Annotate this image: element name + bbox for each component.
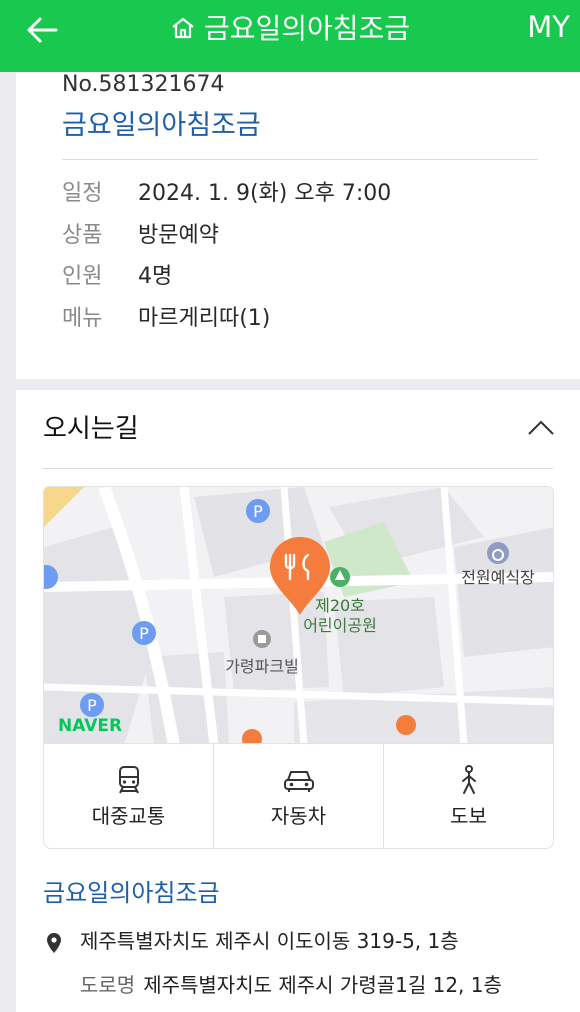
building-icon	[253, 630, 271, 648]
walk-button[interactable]: 도보	[384, 744, 553, 848]
schedule-row: 일정 2024. 1. 9(화) 오후 7:00	[62, 179, 391, 209]
parking-icon: P	[80, 693, 104, 717]
naver-logo: NAVER	[58, 716, 122, 736]
svg-text:P: P	[139, 624, 149, 643]
road-address: 제주특별자치도 제주시 가령골1길 12, 1층	[143, 973, 502, 997]
divider	[43, 468, 553, 469]
party-size-label: 인원	[62, 264, 103, 289]
location-map[interactable]: P P P 제20호 어린이공원 가령파크빌 전원예식장 NAVER	[43, 486, 554, 744]
product-row: 상품 방문예약	[62, 221, 219, 251]
road-address-row: 도로명 제주특별자치도 제주시 가령골1길 12, 1층	[80, 970, 502, 1000]
map-pin-icon	[46, 932, 62, 954]
car-label: 자동차	[270, 804, 327, 828]
public-transit-button[interactable]: 대중교통	[44, 744, 214, 848]
my-page-button[interactable]: MY	[527, 8, 570, 46]
home-icon	[170, 12, 196, 50]
schedule-label: 일정	[62, 181, 103, 206]
party-size-row: 인원 4명	[62, 262, 172, 292]
reservation-card: No.581321674 금요일의아침조금 일정 2024. 1. 9(화) 오후…	[16, 72, 580, 379]
menu-value: 마르게리따(1)	[138, 306, 271, 331]
address-shop-name: 금요일의아침조금	[43, 879, 220, 907]
product-value: 방문예약	[138, 223, 219, 248]
svg-text:P: P	[253, 502, 263, 521]
top-bar: 금요일의아침조금 MY	[0, 0, 580, 72]
directions-title: 오시는길	[43, 414, 139, 444]
walk-icon	[452, 764, 486, 796]
svg-text:P: P	[87, 696, 97, 715]
schedule-value: 2024. 1. 9(화) 오후 7:00	[138, 181, 392, 206]
collapse-button[interactable]	[526, 418, 556, 442]
park-icon	[330, 567, 350, 587]
chevron-up-icon	[528, 420, 554, 435]
bus-icon	[112, 764, 146, 796]
walk-label: 도보	[450, 804, 487, 828]
menu-label: 메뉴	[62, 306, 103, 331]
road-address-label: 도로명	[80, 973, 136, 997]
building-label: 가령파크빌	[225, 657, 299, 676]
divider	[62, 159, 538, 160]
public-transit-label: 대중교통	[91, 804, 166, 828]
transport-options: 대중교통 자동차 도보	[43, 744, 554, 849]
park-label-1: 제20호	[315, 596, 365, 615]
wedding-hall-label: 전원예식장	[461, 568, 535, 587]
park-label-2: 어린이공원	[303, 616, 377, 635]
menu-row: 메뉴 마르게리따(1)	[62, 304, 270, 334]
reservation-number: No.581321674	[62, 72, 225, 97]
shop-name-link[interactable]: 금요일의아침조금	[62, 108, 261, 144]
restaurant-icon	[396, 715, 416, 735]
parking-icon: P	[132, 621, 156, 645]
directions-card: 오시는길 P P P 제20호 어린이공원 가령파크빌 전원예식장 NAVER …	[16, 390, 580, 1012]
page-title: 금요일의아침조금	[0, 10, 580, 50]
wedding-hall-icon	[487, 542, 509, 564]
lot-address: 제주특별자치도 제주시 이도이동 319-5, 1층	[80, 929, 459, 953]
parking-icon: P	[246, 499, 270, 523]
car-button[interactable]: 자동차	[214, 744, 384, 848]
product-label: 상품	[62, 223, 103, 248]
page-title-text: 금요일의아침조금	[203, 12, 411, 45]
party-size-value: 4명	[138, 264, 173, 289]
car-icon	[282, 764, 316, 796]
